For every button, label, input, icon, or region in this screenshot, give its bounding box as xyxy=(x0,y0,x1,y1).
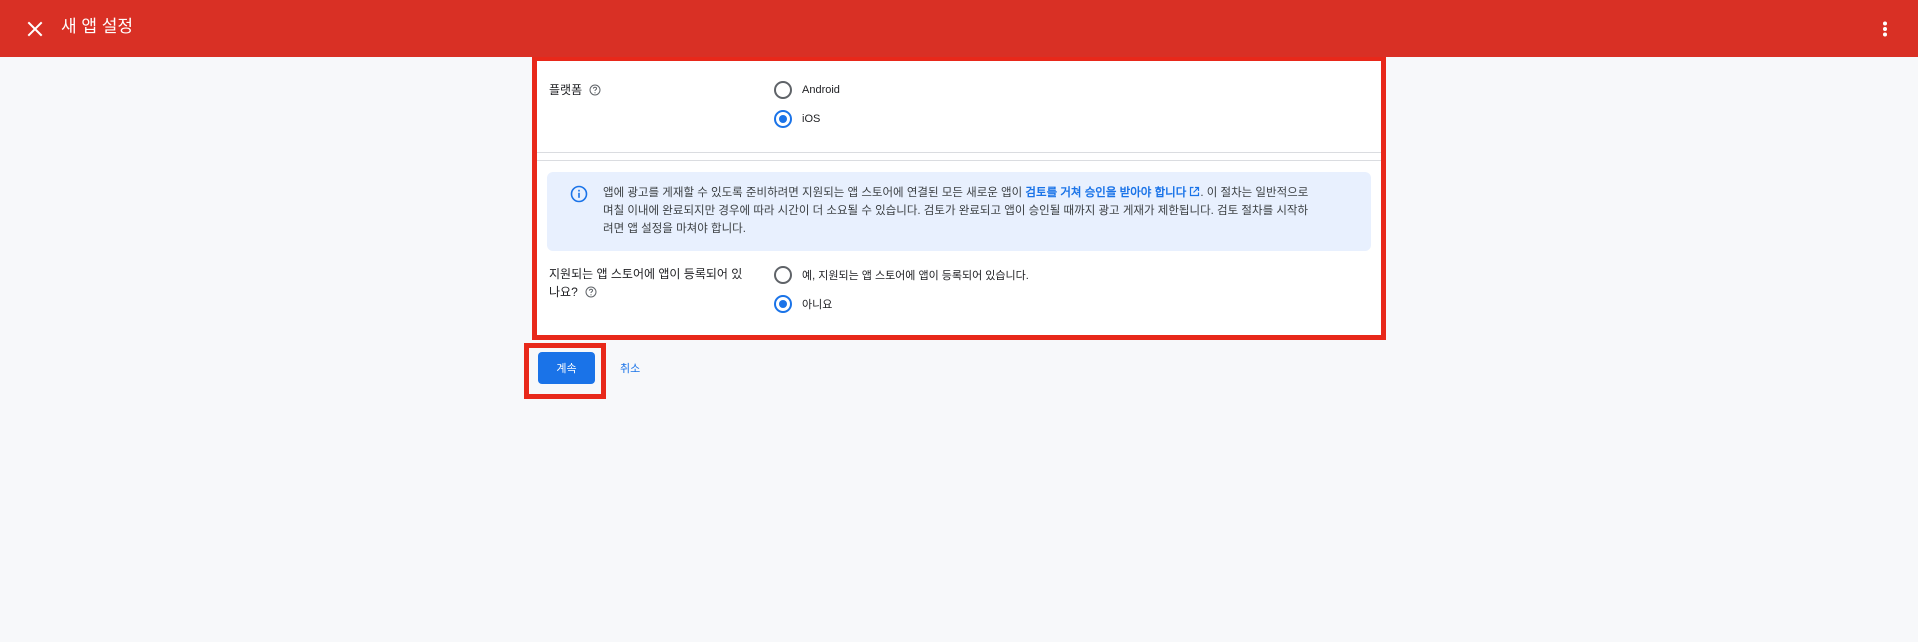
platform-label-text: 플랫폼 xyxy=(549,83,583,97)
info-text: 앱에 광고를 게재할 수 있도록 준비하려면 지원되는 앱 스토어에 연결된 모… xyxy=(603,184,1353,238)
continue-button[interactable]: 계속 xyxy=(538,352,595,384)
external-link-icon[interactable] xyxy=(1189,186,1200,197)
more-vertical-icon xyxy=(1883,21,1887,37)
platform-option-ios[interactable]: iOS xyxy=(774,110,820,128)
radio-ios-label: iOS xyxy=(802,113,821,125)
page-title: 새 앱 설정 xyxy=(61,17,134,36)
platform-label: 플랫폼 xyxy=(549,81,601,99)
close-button[interactable] xyxy=(20,14,50,44)
radio-ios[interactable] xyxy=(774,110,792,128)
radio-yes-label: 예, 지원되는 앱 스토어에 앱이 등록되어 있습니다. xyxy=(802,270,1029,282)
info-text-line2: 며칠 이내에 완료되지만 경우에 따라 시간이 더 소요될 수 있습니다. 검토… xyxy=(603,205,1309,217)
help-icon[interactable] xyxy=(585,286,597,298)
close-icon xyxy=(27,21,43,37)
info-text-after: . 이 절차는 일반적으로 xyxy=(1200,187,1309,199)
section-divider xyxy=(537,160,1381,161)
app-header: 새 앱 설정 xyxy=(0,0,1918,57)
store-question-label: 지원되는 앱 스토어에 앱이 등록되어 있 나요? xyxy=(549,265,749,301)
help-icon[interactable] xyxy=(589,84,601,96)
store-question-line1: 지원되는 앱 스토어에 앱이 등록되어 있 xyxy=(549,267,743,281)
radio-yes[interactable] xyxy=(774,266,792,284)
cancel-button[interactable]: 취소 xyxy=(620,360,640,376)
info-icon xyxy=(570,185,588,203)
store-question-line2: 나요? xyxy=(549,285,578,299)
radio-android-label: Android xyxy=(802,84,840,96)
platform-option-android[interactable]: Android xyxy=(774,81,840,99)
section-divider xyxy=(537,152,1381,153)
radio-no[interactable] xyxy=(774,295,792,313)
more-options-button[interactable] xyxy=(1876,14,1894,44)
radio-android[interactable] xyxy=(774,81,792,99)
info-text-line3: 려면 앱 설정을 마쳐야 합니다. xyxy=(603,223,746,235)
radio-no-label: 아니요 xyxy=(802,299,833,311)
store-option-no[interactable]: 아니요 xyxy=(774,295,832,313)
store-option-yes[interactable]: 예, 지원되는 앱 스토어에 앱이 등록되어 있습니다. xyxy=(774,266,1029,284)
info-text-before: 앱에 광고를 게재할 수 있도록 준비하려면 지원되는 앱 스토어에 연결된 모… xyxy=(603,187,1026,199)
review-approval-link[interactable]: 검토를 거쳐 승인을 받아야 합니다 xyxy=(1025,187,1186,199)
